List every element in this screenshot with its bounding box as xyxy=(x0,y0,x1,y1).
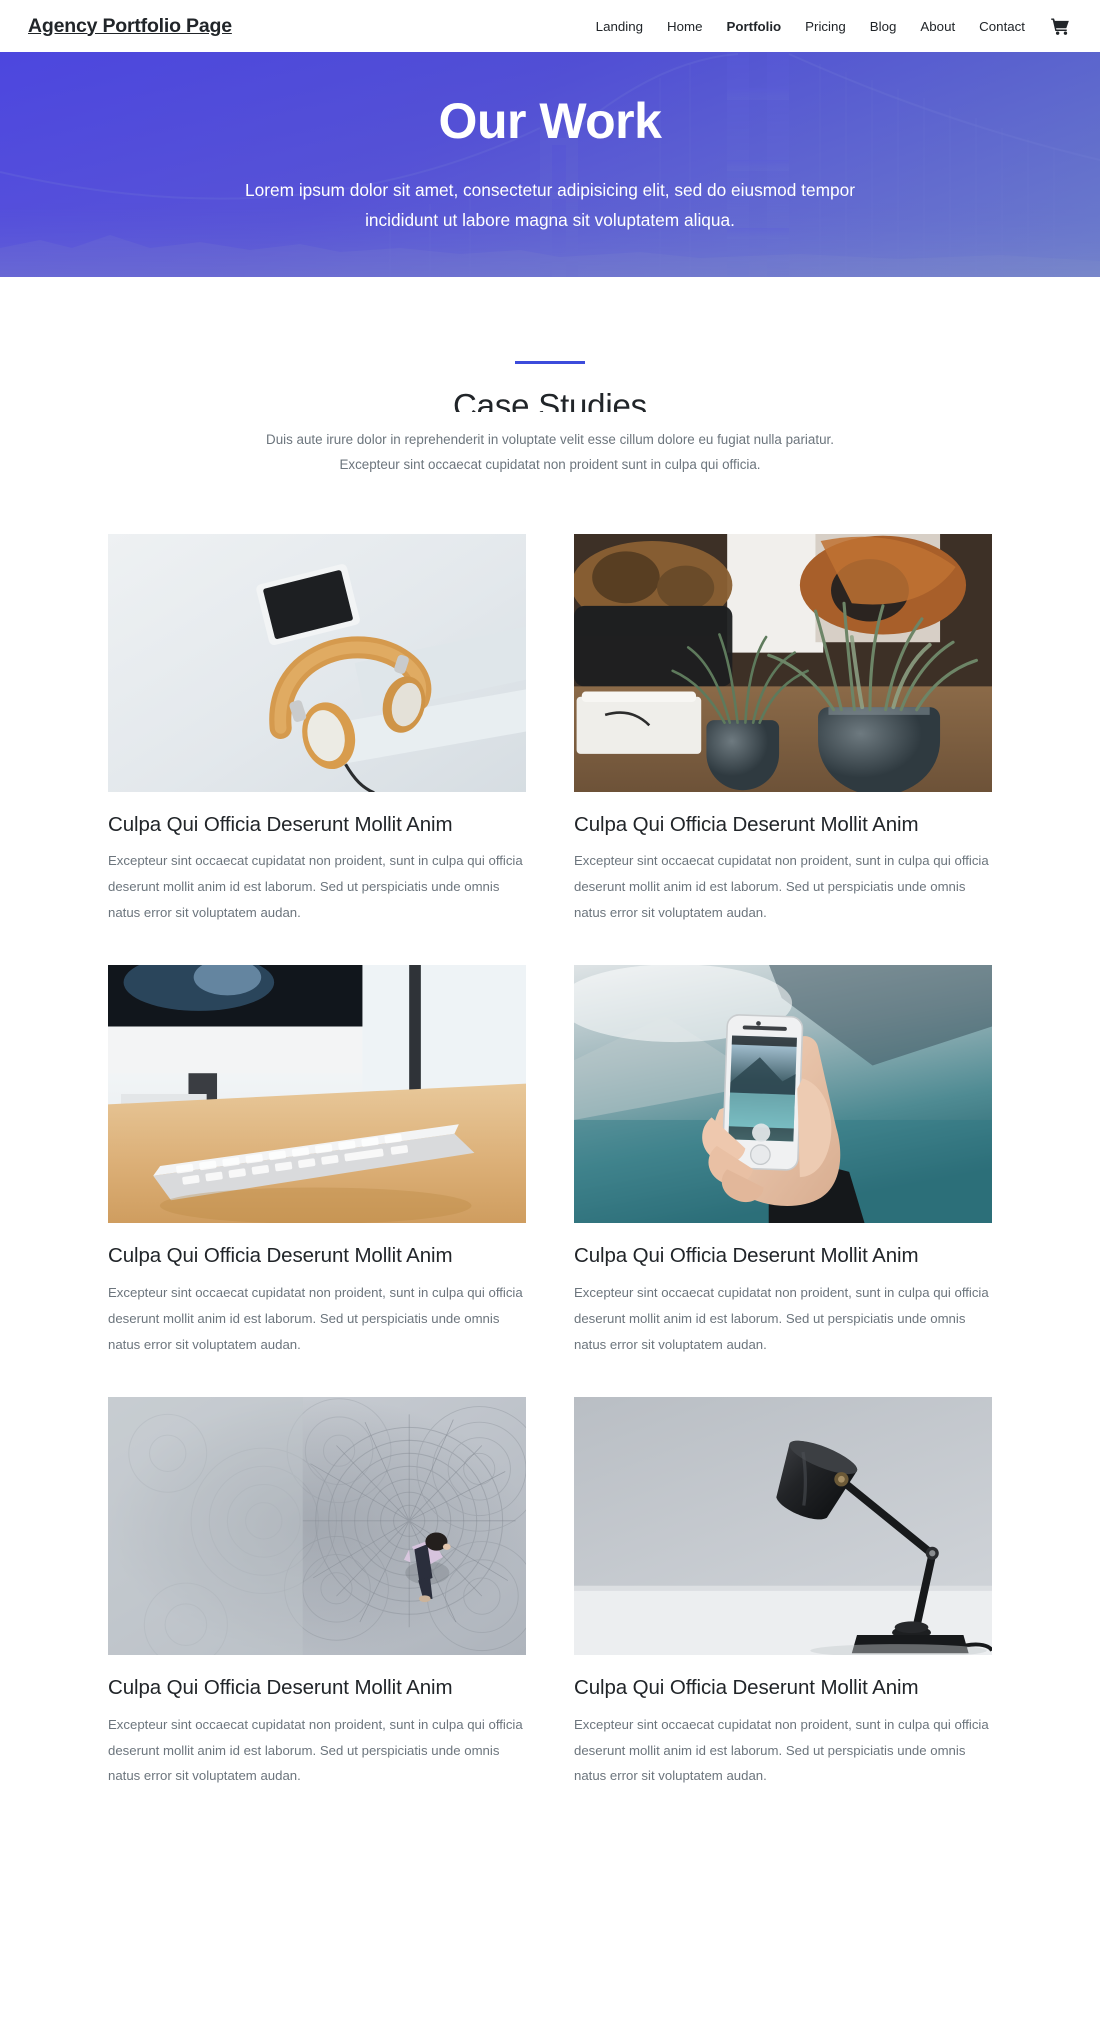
case-studies-grid: Culpa Qui Officia Deserunt Mollit Anim E… xyxy=(108,478,992,1830)
shopping-cart-icon xyxy=(1051,17,1070,35)
black-desk-lamp-against-grey-wall-image xyxy=(574,1397,992,1656)
nav-link-landing[interactable]: Landing xyxy=(584,13,655,40)
case-studies-section: Case Studies Duis aute irure dolor in re… xyxy=(0,277,1100,1830)
card-image-wrapper[interactable] xyxy=(108,965,526,1224)
case-study-card[interactable]: Culpa Qui Officia Deserunt Mollit Anim E… xyxy=(108,533,526,926)
section-title: Case Studies xyxy=(453,387,647,412)
section-title-clip: Case Studies xyxy=(130,386,970,412)
card-text: Excepteur sint occaecat cupidatat non pr… xyxy=(108,1285,523,1352)
nav-item-portfolio: Portfolio xyxy=(714,13,793,40)
nav-item-blog: Blog xyxy=(858,13,909,40)
nav-link-portfolio[interactable]: Portfolio xyxy=(714,13,793,40)
nav-item-about: About xyxy=(908,13,967,40)
nav-item-pricing: Pricing xyxy=(793,13,858,40)
hero-banner: Our Work Lorem ipsum dolor sit amet, con… xyxy=(0,52,1100,277)
nav-item-cart xyxy=(1037,12,1074,41)
nav-item-contact: Contact xyxy=(967,13,1037,40)
hero-content: Our Work Lorem ipsum dolor sit amet, con… xyxy=(0,92,1100,236)
aerial-person-walking-on-patterned-pavement-image xyxy=(108,1397,526,1656)
section-divider-rule xyxy=(515,361,585,364)
card-title: Culpa Qui Officia Deserunt Mollit Anim xyxy=(574,1676,919,1700)
card-text: Excepteur sint occaecat cupidatat non pr… xyxy=(574,853,989,920)
card-text: Excepteur sint occaecat cupidatat non pr… xyxy=(108,853,523,920)
nav-link-pricing[interactable]: Pricing xyxy=(793,13,858,40)
card-image-wrapper[interactable] xyxy=(108,1397,526,1656)
section-header: Case Studies Duis aute irure dolor in re… xyxy=(130,361,970,478)
case-study-card[interactable]: Culpa Qui Officia Deserunt Mollit Anim E… xyxy=(574,965,992,1357)
card-text: Excepteur sint occaecat cupidatat non pr… xyxy=(574,1716,989,1784)
hand-holding-phone-photographing-lake-image xyxy=(574,965,992,1224)
nav-link-blog[interactable]: Blog xyxy=(858,13,909,40)
card-title: Culpa Qui Officia Deserunt Mollit Anim xyxy=(108,1676,453,1700)
potted-plants-on-wooden-table-image xyxy=(574,533,992,792)
card-text: Excepteur sint occaecat cupidatat non pr… xyxy=(574,1285,989,1352)
case-study-card[interactable]: Culpa Qui Officia Deserunt Mollit Anim E… xyxy=(574,533,992,926)
brand-title[interactable]: Agency Portfolio Page xyxy=(28,15,232,38)
nav-item-home: Home xyxy=(655,13,714,40)
card-image-wrapper[interactable] xyxy=(574,1397,992,1656)
case-study-card[interactable]: Culpa Qui Officia Deserunt Mollit Anim E… xyxy=(108,965,526,1357)
nav-list: Landing Home Portfolio Pricing Blog Abou… xyxy=(584,12,1074,41)
nav-link-about[interactable]: About xyxy=(908,13,967,40)
card-image-wrapper[interactable] xyxy=(574,965,992,1224)
hero-subtitle: Lorem ipsum dolor sit amet, consectetur … xyxy=(245,179,855,230)
card-title: Culpa Qui Officia Deserunt Mollit Anim xyxy=(574,1244,919,1268)
card-text: Excepteur sint occaecat cupidatat non pr… xyxy=(108,1716,523,1784)
card-image-wrapper[interactable] xyxy=(108,533,526,792)
case-study-card[interactable]: Culpa Qui Officia Deserunt Mollit Anim E… xyxy=(108,1397,526,1789)
case-study-card[interactable]: Culpa Qui Officia Deserunt Mollit Anim E… xyxy=(574,1397,992,1789)
headphones-and-phone-on-white-desk-image xyxy=(108,533,526,792)
nav-link-home[interactable]: Home xyxy=(655,13,714,40)
keyboard-and-monitor-on-desk-image xyxy=(108,965,526,1224)
nav-item-landing: Landing xyxy=(584,13,655,40)
card-image-wrapper[interactable] xyxy=(574,533,992,792)
card-title: Culpa Qui Officia Deserunt Mollit Anim xyxy=(108,812,453,836)
hero-title: Our Work xyxy=(438,92,662,149)
card-title: Culpa Qui Officia Deserunt Mollit Anim xyxy=(108,1244,453,1268)
nav-link-contact[interactable]: Contact xyxy=(967,13,1037,40)
main-navigation: Landing Home Portfolio Pricing Blog Abou… xyxy=(584,12,1074,41)
section-description: Duis aute irure dolor in reprehenderit i… xyxy=(266,432,834,472)
site-header: Agency Portfolio Page Landing Home Portf… xyxy=(0,0,1100,52)
cart-button[interactable] xyxy=(1037,12,1074,41)
card-title: Culpa Qui Officia Deserunt Mollit Anim xyxy=(574,812,919,836)
